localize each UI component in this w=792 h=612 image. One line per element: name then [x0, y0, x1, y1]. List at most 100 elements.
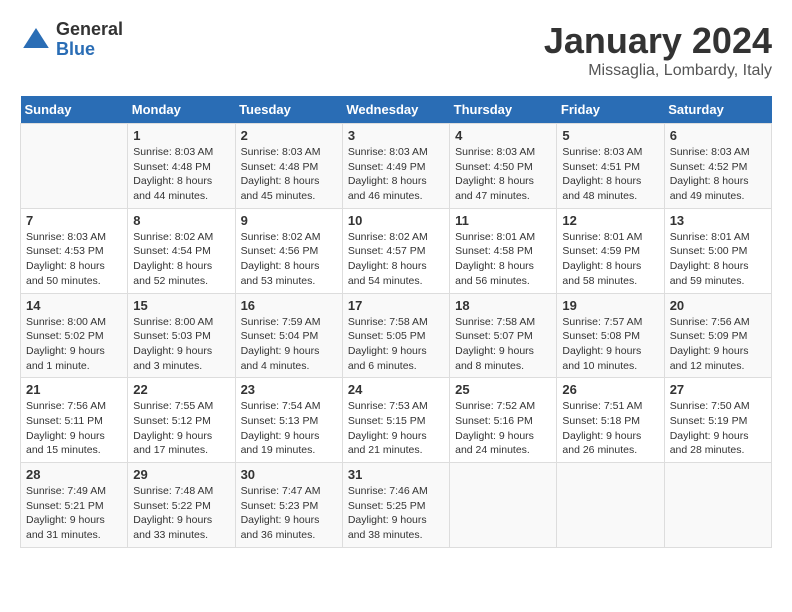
calendar-cell: 31Sunrise: 7:46 AMSunset: 5:25 PMDayligh… [342, 463, 449, 548]
day-number: 11 [455, 213, 551, 228]
calendar-cell: 13 Sunrise: 8:01 AMSunset: 5:00 PMDayligh… [664, 208, 771, 293]
day-number: 24 [348, 382, 444, 397]
day-number: 17 [348, 298, 444, 313]
calendar-body: 1 Sunrise: 8:03 AMSunset: 4:48 PMDaylight… [21, 124, 772, 548]
day-number: 25 [455, 382, 551, 397]
day-info: Sunrise: 8:03 AMSunset: 4:51 PMDaylight:… [562, 145, 658, 204]
location-title: Missaglia, Lombardy, Italy [544, 62, 772, 80]
calendar-cell: 12 Sunrise: 8:01 AMSunset: 4:59 PMDayligh… [557, 208, 664, 293]
day-number: 6 [670, 128, 766, 143]
day-info: Sunrise: 8:03 AMSunset: 4:52 PMDaylight:… [670, 145, 766, 204]
calendar: SundayMondayTuesdayWednesdayThursdayFrid… [20, 96, 772, 548]
day-info: Sunrise: 8:00 AMSunset: 5:03 PMDaylight:… [133, 315, 229, 374]
header-day-monday: Monday [128, 96, 235, 124]
day-number: 26 [562, 382, 658, 397]
day-info: Sunrise: 7:58 AMSunset: 5:05 PMDaylight:… [348, 315, 444, 374]
logo-general: General [56, 20, 123, 40]
day-info: Sunrise: 8:02 AMSunset: 4:57 PMDaylight:… [348, 230, 444, 289]
week-row-2: 14Sunrise: 8:00 AMSunset: 5:02 PMDayligh… [21, 293, 772, 378]
day-info: Sunrise: 7:54 AMSunset: 5:13 PMDaylight:… [241, 399, 337, 458]
title-area: January 2024 Missaglia, Lombardy, Italy [544, 20, 772, 80]
calendar-cell: 19Sunrise: 7:57 AMSunset: 5:08 PMDayligh… [557, 293, 664, 378]
day-info: Sunrise: 8:03 AMSunset: 4:53 PMDaylight:… [26, 230, 122, 289]
calendar-cell: 2 Sunrise: 8:03 AMSunset: 4:48 PMDaylight… [235, 124, 342, 209]
day-info: Sunrise: 7:57 AMSunset: 5:08 PMDaylight:… [562, 315, 658, 374]
calendar-cell: 17 Sunrise: 7:58 AMSunset: 5:05 PMDayligh… [342, 293, 449, 378]
day-number: 1 [133, 128, 229, 143]
day-info: Sunrise: 8:03 AMSunset: 4:48 PMDaylight:… [133, 145, 229, 204]
day-info: Sunrise: 8:02 AMSunset: 4:56 PMDaylight:… [241, 230, 337, 289]
calendar-cell: 5 Sunrise: 8:03 AMSunset: 4:51 PMDaylight… [557, 124, 664, 209]
header-day-sunday: Sunday [21, 96, 128, 124]
logo-icon [20, 24, 52, 56]
day-number: 21 [26, 382, 122, 397]
day-info: Sunrise: 8:01 AMSunset: 5:00 PMDaylight:… [670, 230, 766, 289]
logo-text: General Blue [56, 20, 123, 60]
header: General Blue January 2024 Missaglia, Lom… [20, 20, 772, 80]
day-info: Sunrise: 8:03 AMSunset: 4:48 PMDaylight:… [241, 145, 337, 204]
header-day-wednesday: Wednesday [342, 96, 449, 124]
calendar-cell: 29Sunrise: 7:48 AMSunset: 5:22 PMDayligh… [128, 463, 235, 548]
calendar-cell: 14Sunrise: 8:00 AMSunset: 5:02 PMDayligh… [21, 293, 128, 378]
day-number: 4 [455, 128, 551, 143]
day-number: 5 [562, 128, 658, 143]
logo: General Blue [20, 20, 123, 60]
header-day-friday: Friday [557, 96, 664, 124]
calendar-header: SundayMondayTuesdayWednesdayThursdayFrid… [21, 96, 772, 124]
day-number: 30 [241, 467, 337, 482]
calendar-cell: 23 Sunrise: 7:54 AMSunset: 5:13 PMDayligh… [235, 378, 342, 463]
day-info: Sunrise: 7:56 AMSunset: 5:11 PMDaylight:… [26, 399, 122, 458]
day-number: 3 [348, 128, 444, 143]
day-number: 28 [26, 467, 122, 482]
day-number: 13 [670, 213, 766, 228]
day-number: 23 [241, 382, 337, 397]
day-number: 15 [133, 298, 229, 313]
calendar-cell: 20Sunrise: 7:56 AMSunset: 5:09 PMDayligh… [664, 293, 771, 378]
calendar-cell [557, 463, 664, 548]
day-info: Sunrise: 7:50 AMSunset: 5:19 PMDaylight:… [670, 399, 766, 458]
day-number: 2 [241, 128, 337, 143]
day-number: 22 [133, 382, 229, 397]
calendar-cell: 15 Sunrise: 8:00 AMSunset: 5:03 PMDayligh… [128, 293, 235, 378]
day-info: Sunrise: 7:51 AMSunset: 5:18 PMDaylight:… [562, 399, 658, 458]
calendar-cell: 6 Sunrise: 8:03 AMSunset: 4:52 PMDaylight… [664, 124, 771, 209]
day-number: 31 [348, 467, 444, 482]
month-title: January 2024 [544, 20, 772, 62]
week-row-0: 1 Sunrise: 8:03 AMSunset: 4:48 PMDaylight… [21, 124, 772, 209]
day-number: 16 [241, 298, 337, 313]
day-number: 8 [133, 213, 229, 228]
day-info: Sunrise: 7:58 AMSunset: 5:07 PMDaylight:… [455, 315, 551, 374]
day-info: Sunrise: 8:03 AMSunset: 4:49 PMDaylight:… [348, 145, 444, 204]
calendar-cell: 24 Sunrise: 7:53 AMSunset: 5:15 PMDayligh… [342, 378, 449, 463]
calendar-cell: 16Sunrise: 7:59 AMSunset: 5:04 PMDayligh… [235, 293, 342, 378]
week-row-3: 21 Sunrise: 7:56 AMSunset: 5:11 PMDayligh… [21, 378, 772, 463]
calendar-cell: 21 Sunrise: 7:56 AMSunset: 5:11 PMDayligh… [21, 378, 128, 463]
header-day-saturday: Saturday [664, 96, 771, 124]
logo-blue: Blue [56, 40, 123, 60]
calendar-cell: 7 Sunrise: 8:03 AMSunset: 4:53 PMDaylight… [21, 208, 128, 293]
week-row-1: 7 Sunrise: 8:03 AMSunset: 4:53 PMDaylight… [21, 208, 772, 293]
calendar-cell: 27 Sunrise: 7:50 AMSunset: 5:19 PMDayligh… [664, 378, 771, 463]
calendar-cell: 1 Sunrise: 8:03 AMSunset: 4:48 PMDaylight… [128, 124, 235, 209]
calendar-cell [450, 463, 557, 548]
day-number: 12 [562, 213, 658, 228]
day-number: 10 [348, 213, 444, 228]
day-info: Sunrise: 7:49 AMSunset: 5:21 PMDaylight:… [26, 484, 122, 543]
header-day-thursday: Thursday [450, 96, 557, 124]
day-number: 9 [241, 213, 337, 228]
calendar-cell: 30 Sunrise: 7:47 AMSunset: 5:23 PMDayligh… [235, 463, 342, 548]
day-info: Sunrise: 8:01 AMSunset: 4:59 PMDaylight:… [562, 230, 658, 289]
day-info: Sunrise: 8:01 AMSunset: 4:58 PMDaylight:… [455, 230, 551, 289]
day-number: 7 [26, 213, 122, 228]
day-info: Sunrise: 7:53 AMSunset: 5:15 PMDaylight:… [348, 399, 444, 458]
header-day-tuesday: Tuesday [235, 96, 342, 124]
day-info: Sunrise: 7:47 AMSunset: 5:23 PMDaylight:… [241, 484, 337, 543]
calendar-cell: 8Sunrise: 8:02 AMSunset: 4:54 PMDaylight… [128, 208, 235, 293]
day-number: 29 [133, 467, 229, 482]
calendar-cell: 25Sunrise: 7:52 AMSunset: 5:16 PMDayligh… [450, 378, 557, 463]
calendar-cell: 4Sunrise: 8:03 AMSunset: 4:50 PMDaylight… [450, 124, 557, 209]
day-number: 27 [670, 382, 766, 397]
calendar-cell: 22Sunrise: 7:55 AMSunset: 5:12 PMDayligh… [128, 378, 235, 463]
calendar-cell: 3 Sunrise: 8:03 AMSunset: 4:49 PMDaylight… [342, 124, 449, 209]
calendar-cell: 9 Sunrise: 8:02 AMSunset: 4:56 PMDaylight… [235, 208, 342, 293]
